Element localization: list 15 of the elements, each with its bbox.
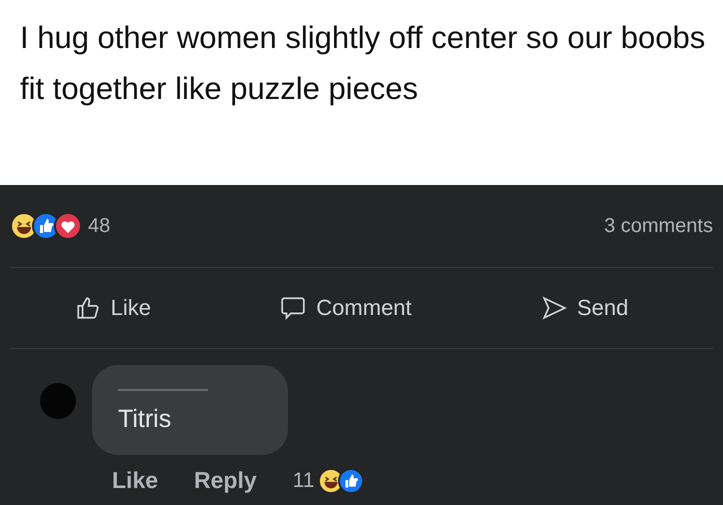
thumbs-up-icon (338, 468, 364, 494)
avatar (40, 383, 76, 419)
reply-link[interactable]: Reply (194, 467, 257, 494)
comment-text: Titris (118, 405, 172, 434)
comments-link[interactable]: 3 comments (604, 214, 713, 238)
paper-plane-icon (540, 295, 567, 321)
comment-button[interactable]: Comment (276, 291, 416, 325)
thumbs-up-icon (74, 295, 101, 321)
post-text: I hug other women slightly off center so our boobs fit together like puzzle pieces (20, 19, 706, 108)
reaction-count: 48 (88, 214, 110, 238)
like-button[interactable]: Like (70, 291, 155, 325)
send-button[interactable]: Send (536, 291, 632, 325)
reaction-count: 11 (292, 468, 314, 492)
speech-bubble-icon (280, 295, 306, 321)
like-link[interactable]: Like (112, 467, 158, 494)
